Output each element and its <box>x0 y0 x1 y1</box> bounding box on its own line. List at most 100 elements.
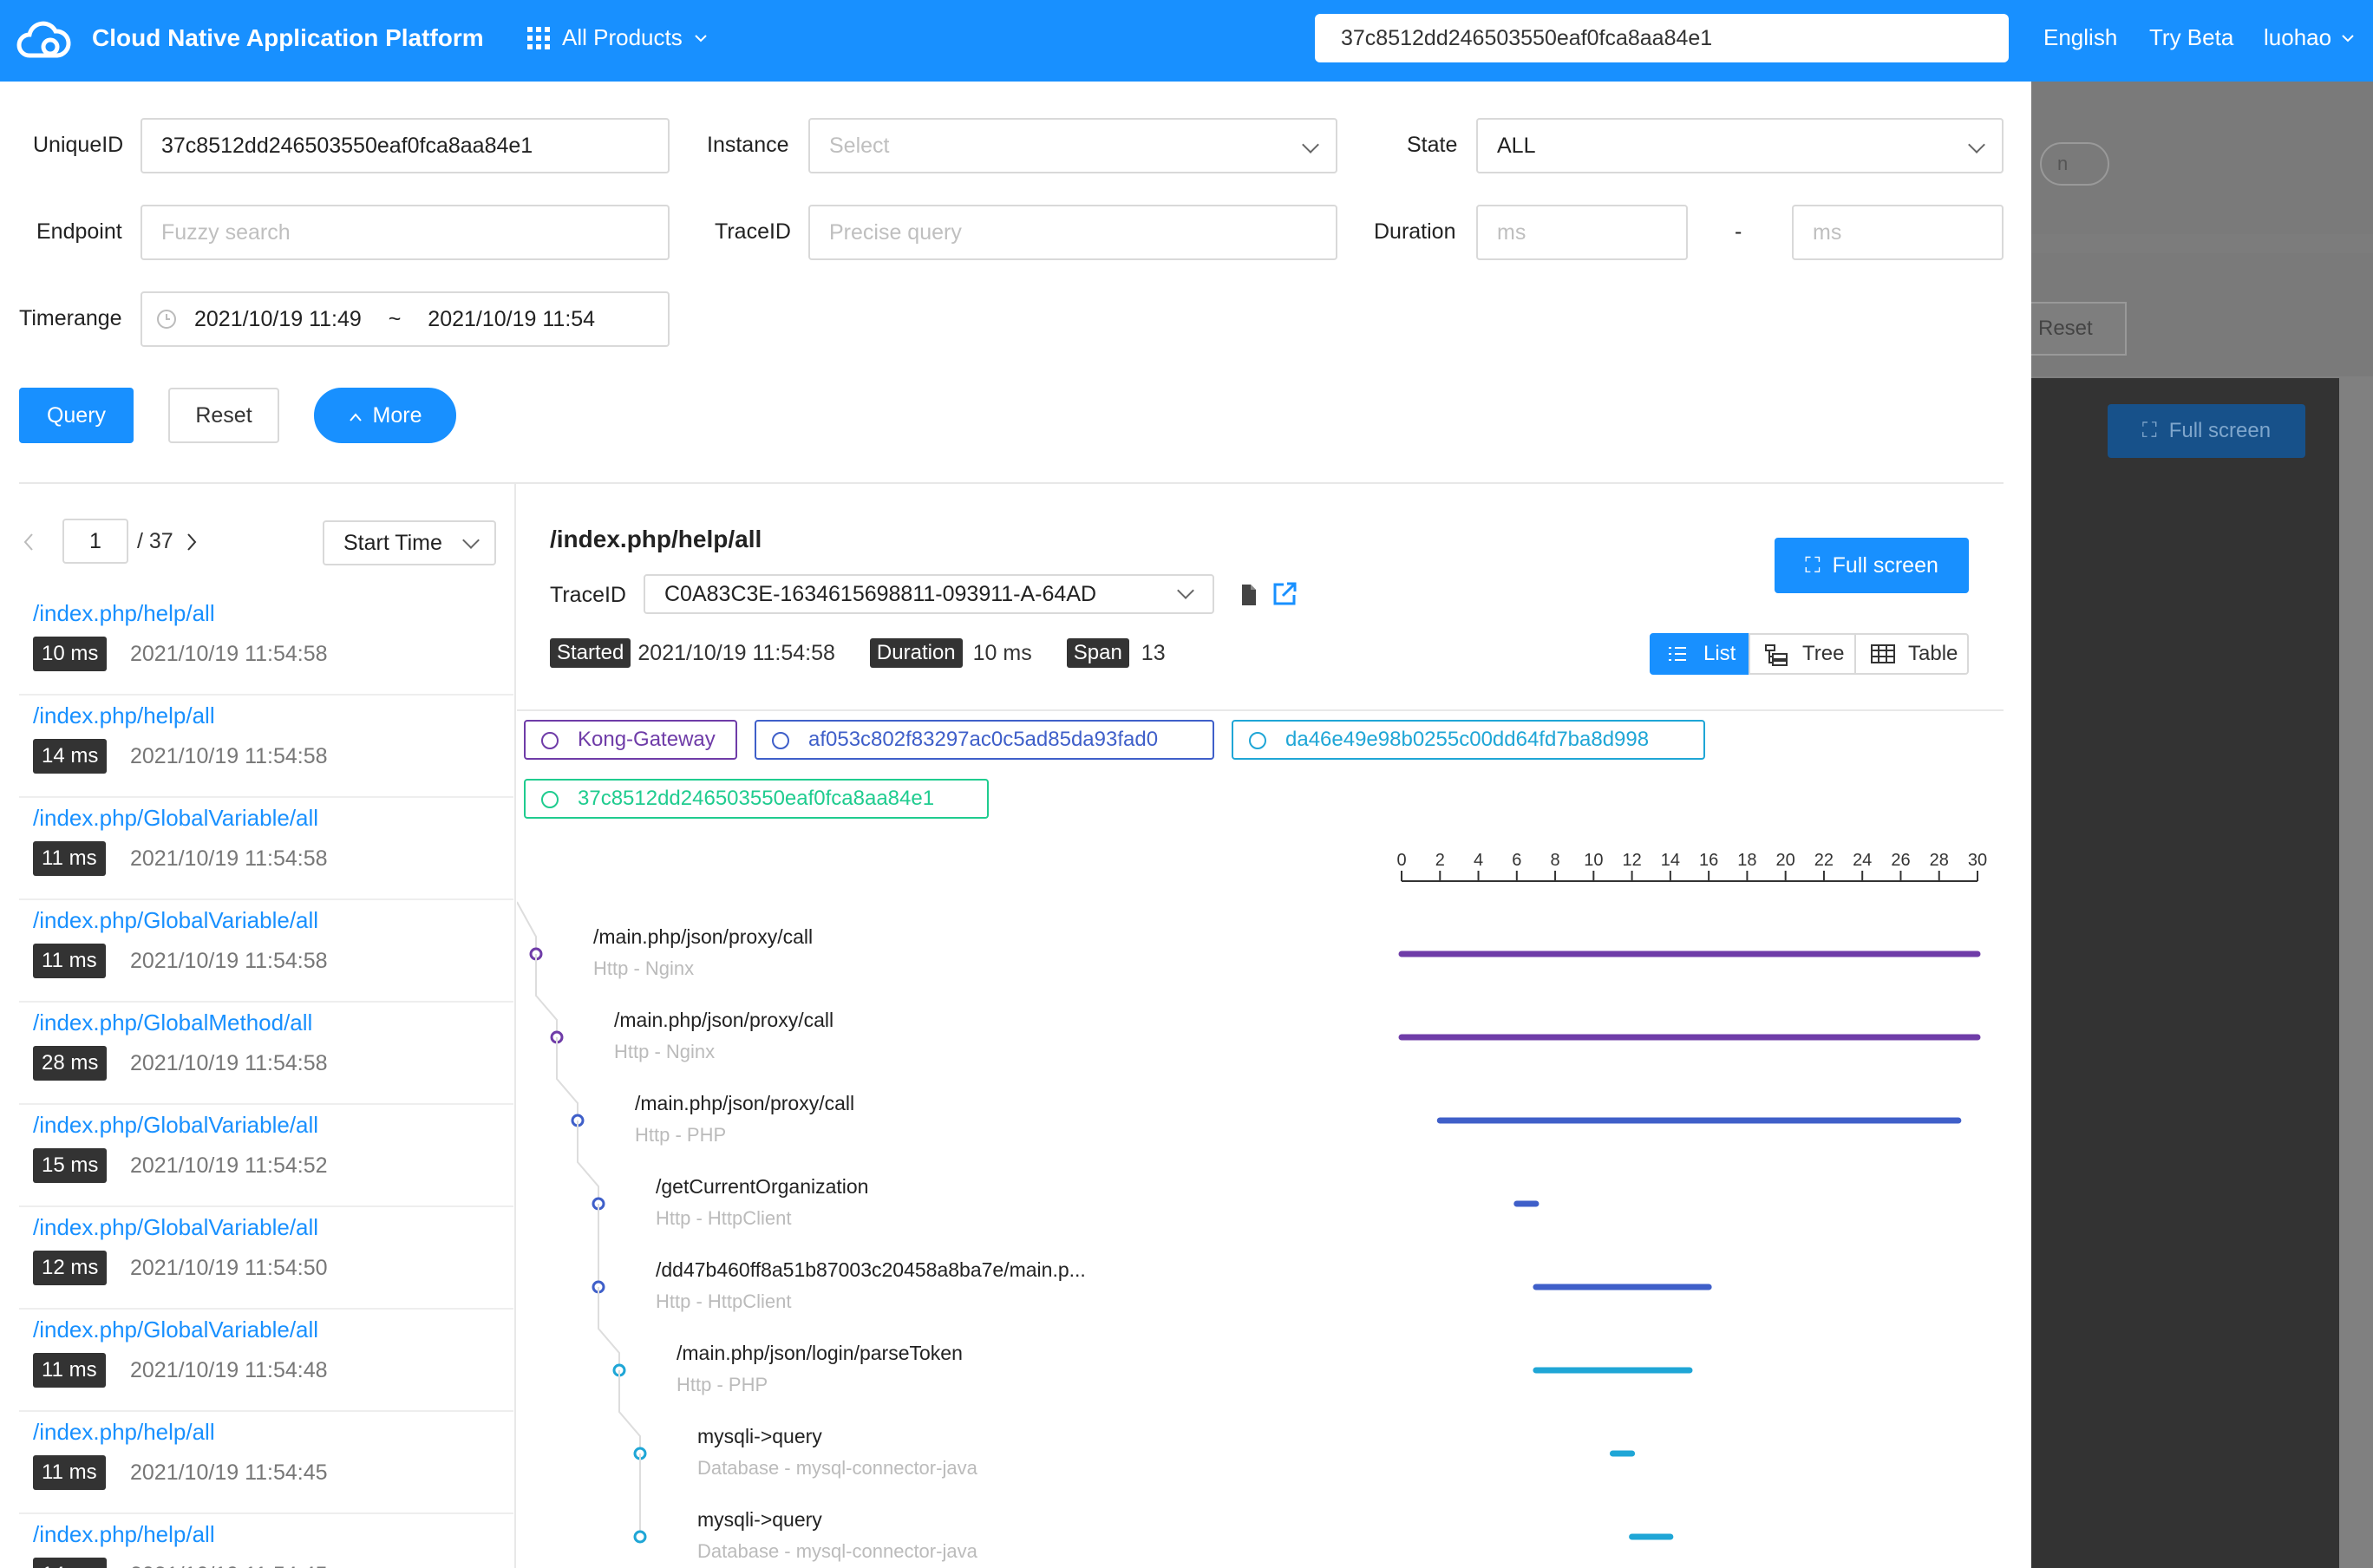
panel-divider <box>514 484 516 1568</box>
instance-select[interactable]: Select <box>808 118 1337 173</box>
trace-list-item[interactable]: /index.php/GlobalMethod/all 28 ms 2021/10/… <box>19 1003 513 1105</box>
duration-filter-label: Duration <box>1374 219 1456 244</box>
trace-endpoint-link[interactable]: /index.php/GlobalVariable/all <box>33 907 318 934</box>
trace-duration-badge: 14 ms <box>33 739 108 774</box>
chevron-down-icon <box>462 532 480 549</box>
endpoint-label: Endpoint <box>36 219 122 244</box>
trace-list-item[interactable]: /index.php/help/all 11 ms 2021/10/19 11:54… <box>19 1412 513 1514</box>
axis-tick-label: 30 <box>1968 851 1987 870</box>
expand-icon: ⛶ <box>1805 553 1821 578</box>
view-table-button[interactable]: Table <box>1854 633 1969 675</box>
trace-list-item[interactable]: /index.php/GlobalVariable/all 11 ms 2021/1… <box>19 900 513 1003</box>
expand-icon: ⛶ <box>2141 419 2157 442</box>
user-menu[interactable]: luohao <box>2264 24 2354 51</box>
timerange-label: Timerange <box>19 306 122 330</box>
circle-icon <box>541 732 559 749</box>
span-connector <box>535 954 558 1037</box>
more-button[interactable]: More <box>314 388 456 443</box>
trace-endpoint-link[interactable]: /index.php/GlobalMethod/all <box>33 1009 312 1036</box>
traceid-select[interactable]: C0A83C3E-1634615698811-093911-A-64AD <box>644 574 1214 614</box>
trace-endpoint-link[interactable]: /index.php/GlobalVariable/all <box>33 1112 318 1139</box>
service-chip[interactable]: af053c802f83297ac0c5ad85da93fad0 <box>755 720 1214 760</box>
view-tree-button[interactable]: Tree <box>1749 633 1856 675</box>
timerange-picker[interactable]: 2021/10/19 11:49 ~ 2021/10/19 11:54 <box>141 291 670 347</box>
query-button[interactable]: Query <box>19 388 134 443</box>
all-products-menu[interactable]: All Products <box>527 24 707 51</box>
trace-endpoint-link[interactable]: /index.php/help/all <box>33 1521 215 1548</box>
trace-list-item[interactable]: /index.php/help/all 14 ms 2021/10/19 11:54… <box>19 1514 513 1568</box>
table-icon <box>1871 644 1895 663</box>
axis-tick-label: 24 <box>1853 851 1872 870</box>
span-type: Http - PHP <box>635 1124 726 1146</box>
state-select[interactable]: ALL <box>1476 118 2004 173</box>
trace-start-time: 2021/10/19 11:54:58 <box>130 1051 328 1075</box>
external-link-icon[interactable] <box>1271 581 1298 607</box>
backdrop-dark-panel <box>2031 378 2339 1568</box>
backdrop-stripe <box>2031 234 2373 253</box>
span-name: /getCurrentOrganization <box>656 1175 868 1198</box>
duration-min-input[interactable]: ms <box>1476 205 1688 260</box>
traceid-filter-input[interactable]: Precise query <box>808 205 1337 260</box>
app-title[interactable]: Cloud Native Application Platform <box>92 24 484 52</box>
trace-list-item[interactable]: /index.php/help/all 10 ms 2021/10/19 11:54… <box>19 593 513 696</box>
trace-start-time: 2021/10/19 11:54:48 <box>130 1358 328 1382</box>
fullscreen-button[interactable]: ⛶ Full screen <box>1775 538 1969 593</box>
service-chip[interactable]: 37c8512dd246503550eaf0fca8aa84e1 <box>524 779 989 819</box>
span-name: mysqli->query <box>697 1425 822 1447</box>
trace-list-item[interactable]: /index.php/GlobalVariable/all 12 ms 2021/1… <box>19 1207 513 1310</box>
trace-start-time: 2021/10/19 11:54:45 <box>130 1460 328 1485</box>
axis-tick-label: 20 <box>1776 851 1795 870</box>
endpoint-input[interactable]: Fuzzy search <box>141 205 670 260</box>
trace-list-item[interactable]: /index.php/GlobalVariable/all 11 ms 2021/1… <box>19 1310 513 1412</box>
tree-icon <box>1765 644 1788 666</box>
chevron-down-icon <box>1968 136 1985 154</box>
chevron-down-icon <box>1302 136 1319 154</box>
duration-tag: Duration <box>869 638 963 668</box>
cloud-logo-icon[interactable] <box>16 17 71 62</box>
uniqueid-input[interactable]: 37c8512dd246503550eaf0fca8aa84e1 <box>141 118 670 173</box>
trace-endpoint-link[interactable]: /index.php/GlobalVariable/all <box>33 805 318 832</box>
trace-list-item[interactable]: /index.php/help/all 14 ms 2021/10/19 11:54… <box>19 696 513 798</box>
span-type: Http - Nginx <box>614 1041 715 1062</box>
trace-endpoint-link[interactable]: /index.php/GlobalVariable/all <box>33 1214 318 1241</box>
trace-list-item[interactable]: /index.php/GlobalVariable/all 11 ms 2021/1… <box>19 798 513 900</box>
view-list-button[interactable]: List <box>1650 633 1750 675</box>
trace-list-item[interactable]: /index.php/GlobalVariable/all 15 ms 2021/1… <box>19 1105 513 1207</box>
span-connector <box>577 1120 599 1204</box>
service-name: 37c8512dd246503550eaf0fca8aa84e1 <box>578 787 935 810</box>
state-value: ALL <box>1497 134 1536 158</box>
trace-start-time: 2021/10/19 11:54:58 <box>130 744 328 768</box>
page-number-input[interactable]: 1 <box>62 519 128 564</box>
try-beta-link[interactable]: Try Beta <box>2149 24 2233 51</box>
sort-select[interactable]: Start Time <box>323 520 496 565</box>
next-page-icon[interactable] <box>186 532 198 552</box>
trace-endpoint-link[interactable]: /index.php/help/all <box>33 600 215 627</box>
axis-tick-label: 10 <box>1584 851 1603 870</box>
backdrop-reset-button: Reset <box>2031 302 2127 356</box>
reset-button[interactable]: Reset <box>168 388 279 443</box>
axis-tick-label: 14 <box>1661 851 1680 870</box>
backdrop-chip: n <box>2040 142 2109 186</box>
copy-icon[interactable] <box>1239 583 1259 607</box>
modal-backdrop[interactable]: n Reset ⛶ Full screen <box>2031 82 2373 1568</box>
trace-start-time: 2021/10/19 11:54:58 <box>130 846 328 871</box>
view-table-label: Table <box>1908 642 1958 665</box>
trace-start-time: 2021/10/19 11:54:52 <box>130 1153 328 1178</box>
service-name: Kong-Gateway <box>578 728 716 751</box>
clock-icon <box>157 310 176 329</box>
chevron-up-icon <box>349 413 362 421</box>
axis-tick-label: 26 <box>1891 851 1910 870</box>
axis-tick-label: 0 <box>1396 851 1406 870</box>
service-chip[interactable]: Kong-Gateway <box>524 720 737 760</box>
trace-start-time: 2021/10/19 11:54:50 <box>130 1256 328 1280</box>
language-switch[interactable]: English <box>2043 24 2117 51</box>
trace-endpoint-link[interactable]: /index.php/GlobalVariable/all <box>33 1316 318 1343</box>
trace-endpoint-link[interactable]: /index.php/help/all <box>33 702 215 729</box>
global-search-input[interactable]: 37c8512dd246503550eaf0fca8aa84e1 <box>1315 14 2009 62</box>
prev-page-icon[interactable] <box>23 532 35 552</box>
traceid-label: TraceID <box>550 583 626 607</box>
span-name: /main.php/json/login/parseToken <box>677 1342 963 1364</box>
trace-endpoint-link[interactable]: /index.php/help/all <box>33 1419 215 1446</box>
service-chip[interactable]: da46e49e98b0255c00dd64fd7ba8d998 <box>1232 720 1705 760</box>
duration-max-input[interactable]: ms <box>1792 205 2004 260</box>
